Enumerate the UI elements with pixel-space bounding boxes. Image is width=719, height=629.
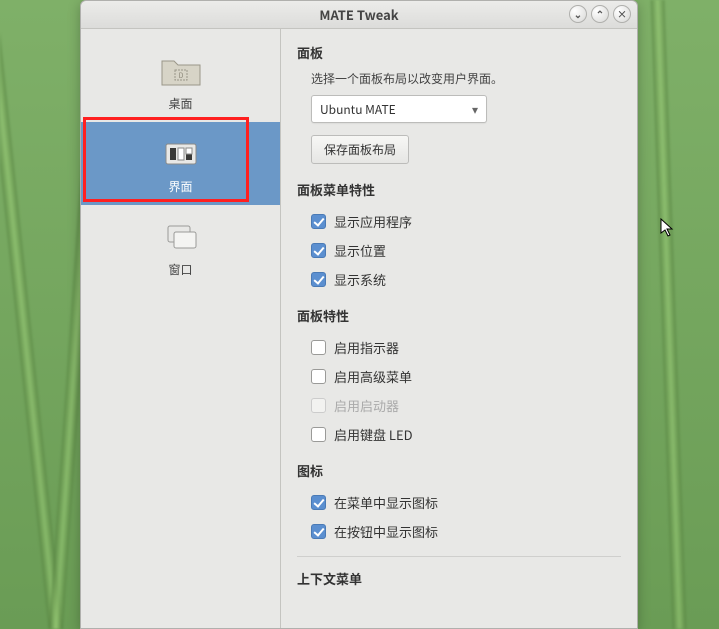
checkbox-launcher: 启用启动器 [297,391,621,420]
titlebar[interactable]: MATE Tweak ⌄ ⌃ × [81,1,637,29]
desktop-folder-icon: D [160,53,202,89]
sidebar-item-window[interactable]: 窗口 [81,205,280,288]
window-title: MATE Tweak [319,5,398,24]
checkbox-icon [311,340,326,355]
section-title-panel-feat: 面板特性 [297,306,621,325]
layout-dropdown[interactable]: Ubuntu MATE ▾ [311,95,487,123]
checkbox-label: 启用指示器 [334,338,399,357]
checkbox-show-places[interactable]: 显示位置 [297,236,621,265]
checkbox-label: 显示系统 [334,270,386,289]
checkbox-show-apps[interactable]: 显示应用程序 [297,207,621,236]
checkbox-icon [311,272,326,287]
checkbox-icon [311,243,326,258]
checkbox-label: 在按钮中显示图标 [334,522,438,541]
checkbox-icons-in-menu[interactable]: 在菜单中显示图标 [297,488,621,517]
checkbox-label: 显示位置 [334,241,386,260]
checkbox-indicators[interactable]: 启用指示器 [297,333,621,362]
checkbox-icon [311,369,326,384]
checkbox-icon [311,524,326,539]
section-title-panel: 面板 [297,43,621,62]
checkbox-icons-in-button[interactable]: 在按钮中显示图标 [297,517,621,546]
layout-dropdown-value: Ubuntu MATE [320,101,396,118]
close-button[interactable]: × [613,5,631,23]
sidebar-item-interface[interactable]: 界面 [81,122,280,205]
svg-text:D: D [178,71,183,81]
checkbox-icon [311,398,326,413]
mate-tweak-window: MATE Tweak ⌄ ⌃ × D 桌面 [80,0,638,629]
section-title-icons: 图标 [297,461,621,480]
sidebar: D 桌面 界面 [81,29,281,628]
checkbox-keyboard-led[interactable]: 启用键盘 LED [297,420,621,449]
checkbox-icon [311,427,326,442]
checkbox-label: 显示应用程序 [334,212,412,231]
checkbox-label: 启用启动器 [334,396,399,415]
sidebar-item-label: 窗口 [168,261,192,278]
checkbox-label: 启用高级菜单 [334,367,412,386]
checkbox-icon [311,495,326,510]
content-pane: 面板 选择一个面板布局以改变用户界面。 Ubuntu MATE ▾ 保存面板布局… [281,29,637,628]
window-stack-icon [160,219,202,255]
checkbox-label: 在菜单中显示图标 [334,493,438,512]
checkbox-label: 启用键盘 LED [334,425,413,444]
save-layout-button[interactable]: 保存面板布局 [311,135,409,164]
checkbox-icon [311,214,326,229]
minimize-button[interactable]: ⌄ [569,5,587,23]
checkbox-show-system[interactable]: 显示系统 [297,265,621,294]
sidebar-item-desktop[interactable]: D 桌面 [81,39,280,122]
sidebar-item-label: 桌面 [168,95,192,112]
sidebar-item-label: 界面 [168,178,192,195]
interface-sliders-icon [160,136,202,172]
maximize-button[interactable]: ⌃ [591,5,609,23]
panel-description: 选择一个面板布局以改变用户界面。 [297,70,621,87]
section-title-panel-menu: 面板菜单特性 [297,180,621,199]
separator [297,556,621,557]
checkbox-advanced-menu[interactable]: 启用高级菜单 [297,362,621,391]
chevron-down-icon: ▾ [472,101,478,118]
section-title-context: 上下文菜单 [297,569,621,588]
